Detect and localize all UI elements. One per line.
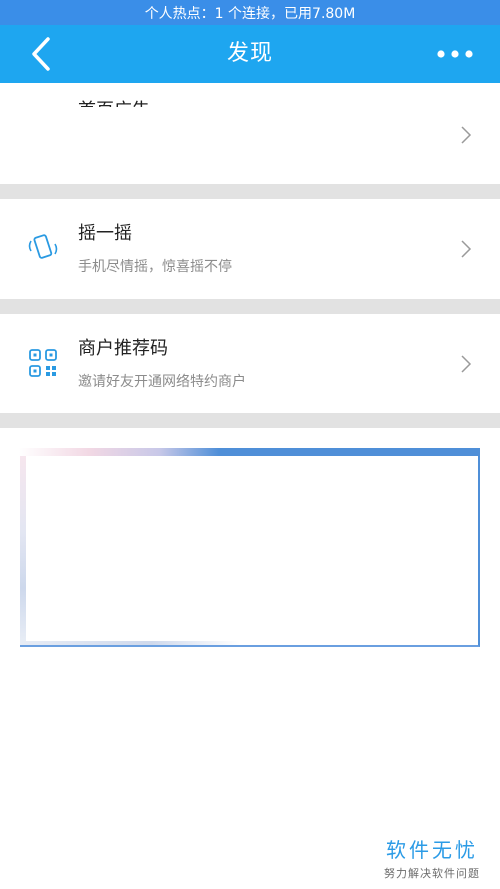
chevron-right-icon: [461, 126, 472, 144]
page-title: 发现: [226, 41, 273, 66]
status-bar: 个人热点：1 个连接，已用7.80M: [0, 0, 500, 25]
watermark: 软件无忧 努力解决软件问题: [384, 834, 480, 881]
list-item-title: 商户推荐码: [78, 338, 168, 359]
section-divider: [0, 184, 500, 199]
chevron-right-icon: [461, 240, 472, 258]
phone-shake-icon: [28, 234, 58, 259]
qr-code-icon: [29, 349, 57, 377]
list-item-shake[interactable]: 摇一摇 手机尽情摇，惊喜摇不停: [0, 199, 500, 299]
list-item-ad[interactable]: 首页广告: [0, 83, 500, 184]
list-item-title: 首页广告: [78, 93, 150, 107]
watermark-title: 软件无忧: [386, 838, 478, 862]
list-item-subtitle: 手机尽情摇，惊喜摇不停: [78, 259, 232, 275]
section-divider: [0, 299, 500, 314]
banner-left-edge: [20, 456, 26, 645]
watermark-subtitle: 努力解决软件问题: [384, 867, 480, 880]
banner-bottom-fade: [20, 641, 240, 645]
header-bar: 发现: [0, 25, 500, 83]
promo-banner[interactable]: [19, 448, 480, 647]
list-item-subtitle: 邀请好友开通网络特约商户: [78, 374, 246, 390]
chevron-right-icon: [461, 355, 472, 373]
section-divider: [0, 413, 500, 428]
banner-top-fade: [19, 448, 219, 456]
list-item-merchant-code[interactable]: 商户推荐码 邀请好友开通网络特约商户: [0, 314, 500, 413]
more-dots-icon[interactable]: [434, 41, 476, 67]
status-text: 个人热点：1 个连接，已用7.80M: [144, 5, 356, 22]
list-item-title: 摇一摇: [78, 223, 132, 244]
